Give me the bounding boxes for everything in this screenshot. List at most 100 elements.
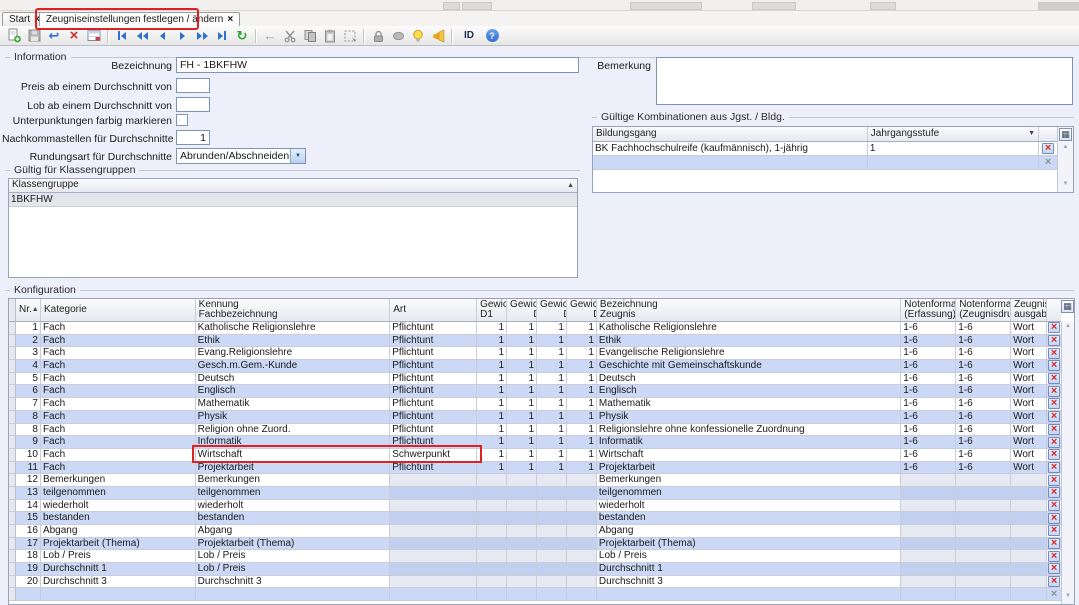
new-record-button[interactable] (4, 27, 24, 45)
cell-kategorie[interactable]: Bemerkungen (41, 474, 196, 487)
cell-notenformat-erfassung[interactable]: 1-6 (901, 411, 956, 424)
cell-kategorie[interactable]: Durchschnitt 3 (41, 576, 196, 589)
cell-notenformat-erfassung[interactable]: 1-6 (901, 335, 956, 348)
cell-gewicht-d3[interactable]: 1 (507, 385, 537, 398)
cell-art[interactable]: Pflichtunt (390, 385, 477, 398)
cell-notenformat-zeugnisdruck[interactable] (956, 474, 1011, 487)
rundungsart-select[interactable]: Abrunden/Abschneiden (176, 148, 306, 164)
cell-zeugnisausgabe[interactable]: Wort (1011, 360, 1047, 373)
cell-gewicht-d4[interactable]: 1 (537, 335, 567, 348)
cell-kategorie[interactable]: teilgenommen (41, 487, 196, 500)
cell-gewicht-d3[interactable] (507, 588, 537, 601)
cell-art[interactable] (390, 487, 477, 500)
cell-zeugnisausgabe[interactable] (1011, 576, 1047, 589)
last-record-button[interactable] (212, 27, 232, 45)
cell-zeugnisausgabe[interactable]: Wort (1011, 373, 1047, 386)
column-header-gewicht-d5[interactable]: Gewicht D5 (567, 299, 597, 321)
cell-nr[interactable]: 16 (16, 525, 41, 538)
cell-kennung[interactable]: Projektarbeit (196, 462, 391, 475)
column-chooser-icon[interactable] (1061, 300, 1074, 313)
cell-gewicht-d1[interactable] (477, 474, 507, 487)
bemerkung-textarea[interactable] (656, 57, 1073, 105)
cell-notenformat-zeugnisdruck[interactable]: 1-6 (956, 449, 1011, 462)
column-header-kategorie[interactable]: Kategorie (41, 299, 196, 321)
cell-notenformat-erfassung[interactable]: 1-6 (901, 347, 956, 360)
cell-gewicht-d3[interactable] (507, 576, 537, 589)
cell-gewicht-d1[interactable] (477, 550, 507, 563)
cell-bezeichnung-zeugnis[interactable]: Bemerkungen (597, 474, 901, 487)
cell-zeugnisausgabe[interactable]: Wort (1011, 335, 1047, 348)
sort-asc-icon[interactable] (32, 304, 39, 316)
cell-art[interactable]: Schwerpunkt (390, 449, 477, 462)
cell-bildungsgang[interactable] (593, 156, 868, 170)
cell-gewicht-d1[interactable] (477, 538, 507, 551)
cell-gewicht-d5[interactable] (567, 550, 597, 563)
cell-gewicht-d3[interactable]: 1 (507, 373, 537, 386)
table-row[interactable]: 5FachDeutschPflichtunt1111Deutsch1-61-6W… (9, 373, 1061, 386)
cell-notenformat-zeugnisdruck[interactable] (956, 500, 1011, 513)
cell-gewicht-d1[interactable]: 1 (477, 462, 507, 475)
cell-bezeichnung-zeugnis[interactable]: Abgang (597, 525, 901, 538)
table-row[interactable]: 11FachProjektarbeitPflichtunt1111Projekt… (9, 462, 1061, 475)
column-header-gewicht-d3[interactable]: Gewicht D3 (507, 299, 537, 321)
cell-zeugnisausgabe[interactable]: Wort (1011, 449, 1047, 462)
cell-gewicht-d1[interactable]: 1 (477, 385, 507, 398)
cell-bezeichnung-zeugnis[interactable]: Katholische Religionslehre (597, 322, 901, 335)
column-header-zeugnisausgabe[interactable]: Zeugnis- ausgabe (1011, 299, 1047, 321)
cell-kennung[interactable]: Abgang (196, 525, 391, 538)
cell-art[interactable] (390, 576, 477, 589)
cell-kennung[interactable]: Ethik (196, 335, 391, 348)
table-row-new[interactable] (9, 588, 1061, 601)
cell-art[interactable] (390, 588, 477, 601)
table-row[interactable]: 17Projektarbeit (Thema)Projektarbeit (Th… (9, 538, 1061, 551)
cell-zeugnisausgabe[interactable] (1011, 525, 1047, 538)
cell-notenformat-erfassung[interactable] (901, 525, 956, 538)
cell-art[interactable]: Pflichtunt (390, 462, 477, 475)
cell-gewicht-d4[interactable] (537, 538, 567, 551)
cell-notenformat-zeugnisdruck[interactable]: 1-6 (956, 398, 1011, 411)
cell-nr[interactable]: 19 (16, 563, 41, 576)
cell-nr[interactable]: 11 (16, 462, 41, 475)
delete-row-button[interactable] (1048, 576, 1060, 587)
cell-gewicht-d3[interactable]: 1 (507, 335, 537, 348)
cell-gewicht-d4[interactable] (537, 563, 567, 576)
column-header-bezeichnung-zeugnis[interactable]: Bezeichnung Zeugnis (597, 299, 901, 321)
table-row[interactable]: 18Lob / PreisLob / PreisLob / Preis (9, 550, 1061, 563)
cell-bezeichnung-zeugnis[interactable]: Physik (597, 411, 901, 424)
cell-gewicht-d1[interactable] (477, 576, 507, 589)
cell-kategorie[interactable]: Fach (41, 398, 196, 411)
cell-art[interactable] (390, 538, 477, 551)
cell-gewicht-d3[interactable]: 1 (507, 322, 537, 335)
cell-gewicht-d4[interactable]: 1 (537, 449, 567, 462)
cell-art[interactable]: Pflichtunt (390, 411, 477, 424)
cell-gewicht-d1[interactable] (477, 512, 507, 525)
cell-art[interactable] (390, 512, 477, 525)
cell-gewicht-d4[interactable]: 1 (537, 411, 567, 424)
cell-notenformat-zeugnisdruck[interactable] (956, 538, 1011, 551)
cell-notenformat-zeugnisdruck[interactable]: 1-6 (956, 360, 1011, 373)
delete-row-button[interactable] (1048, 487, 1060, 498)
cell-notenformat-erfassung[interactable]: 1-6 (901, 373, 956, 386)
cell-notenformat-zeugnisdruck[interactable] (956, 563, 1011, 576)
cell-zeugnisausgabe[interactable]: Wort (1011, 462, 1047, 475)
cell-zeugnisausgabe[interactable]: Wort (1011, 411, 1047, 424)
cell-gewicht-d1[interactable] (477, 500, 507, 513)
cell-notenformat-zeugnisdruck[interactable]: 1-6 (956, 462, 1011, 475)
cell-gewicht-d3[interactable]: 1 (507, 424, 537, 437)
scroll-down-icon[interactable] (1059, 181, 1072, 191)
cell-kategorie[interactable]: Fach (41, 335, 196, 348)
cell-kennung[interactable]: Informatik (196, 436, 391, 449)
cell-gewicht-d1[interactable]: 1 (477, 436, 507, 449)
cell-notenformat-erfassung[interactable] (901, 576, 956, 589)
cell-notenformat-zeugnisdruck[interactable]: 1-6 (956, 322, 1011, 335)
first-record-button[interactable] (112, 27, 132, 45)
cell-gewicht-d5[interactable]: 1 (567, 335, 597, 348)
cell-nr[interactable]: 3 (16, 347, 41, 360)
cell-zeugnisausgabe[interactable]: Wort (1011, 347, 1047, 360)
cell-kategorie[interactable]: Fach (41, 436, 196, 449)
cell-nr[interactable]: 8 (16, 424, 41, 437)
cell-gewicht-d4[interactable]: 1 (537, 373, 567, 386)
hint-icon[interactable] (408, 27, 428, 45)
cell-nr[interactable]: 7 (16, 398, 41, 411)
cell-kategorie[interactable]: Fach (41, 411, 196, 424)
